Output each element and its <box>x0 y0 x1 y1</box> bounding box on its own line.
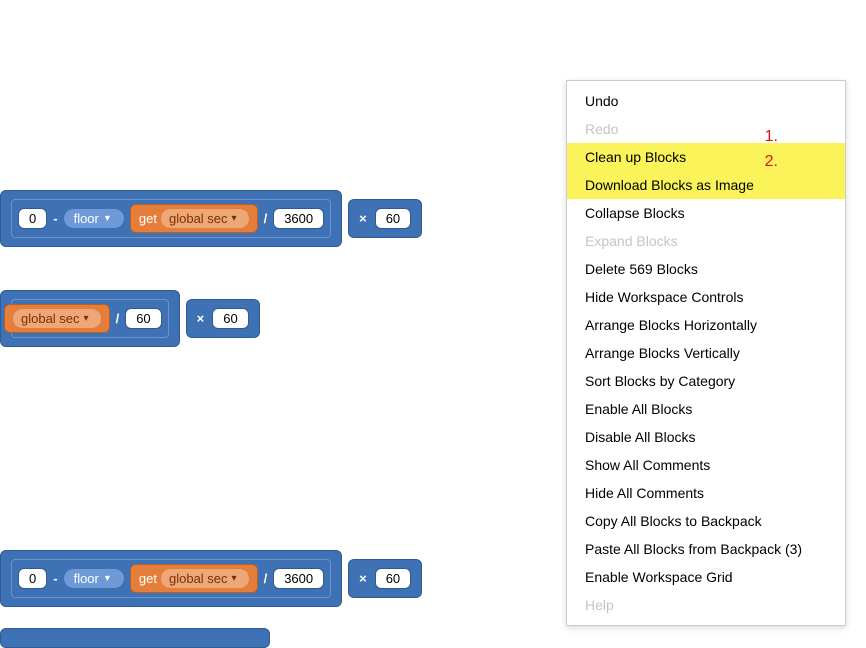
math-block[interactable] <box>0 628 270 648</box>
math-inner: 0 - floor get global sec / 3600 <box>11 559 331 598</box>
times-op: × <box>359 211 367 226</box>
block-group-1: 0 - floor get global sec / 3600 × 60 <box>0 190 422 247</box>
times-op: × <box>197 311 205 326</box>
context-menu-item[interactable]: Undo <box>567 87 845 115</box>
block-group-4-partial <box>0 628 270 648</box>
context-menu-item[interactable]: Enable Workspace Grid <box>567 563 845 591</box>
get-var-block[interactable]: global sec <box>4 304 110 333</box>
minus-op: - <box>53 571 57 586</box>
context-menu-item[interactable]: Collapse Blocks <box>567 199 845 227</box>
divide-op: / <box>116 311 120 326</box>
annotation-2: 2. <box>765 153 778 171</box>
get-label: get <box>139 211 157 226</box>
context-menu-item[interactable]: Clean up Blocks <box>567 143 845 171</box>
number-input[interactable]: 0 <box>18 208 47 229</box>
math-block[interactable]: global sec / 60 <box>0 290 180 347</box>
context-menu-item[interactable]: Hide Workspace Controls <box>567 283 845 311</box>
context-menu-item[interactable]: Hide All Comments <box>567 479 845 507</box>
divisor-input[interactable]: 3600 <box>273 208 324 229</box>
get-var-block[interactable]: get global sec <box>130 204 258 233</box>
times-block[interactable]: × 60 <box>348 199 422 238</box>
context-menu-item[interactable]: Disable All Blocks <box>567 423 845 451</box>
number-input[interactable]: 0 <box>18 568 47 589</box>
get-var-block[interactable]: get global sec <box>130 564 258 593</box>
context-menu-item[interactable]: Download Blocks as Image <box>567 171 845 199</box>
context-menu-item[interactable]: Copy All Blocks to Backpack <box>567 507 845 535</box>
get-label: get <box>139 571 157 586</box>
math-block[interactable]: 0 - floor get global sec / 3600 <box>0 190 342 247</box>
divisor-input[interactable]: 60 <box>125 308 161 329</box>
context-menu-item: Help <box>567 591 845 619</box>
divide-op: / <box>264 211 268 226</box>
floor-dropdown[interactable]: floor <box>64 569 124 588</box>
floor-dropdown[interactable]: floor <box>64 209 124 228</box>
context-menu-item[interactable]: Arrange Blocks Vertically <box>567 339 845 367</box>
times-op: × <box>359 571 367 586</box>
block-group-2: global sec / 60 × 60 <box>0 290 260 347</box>
math-inner: global sec / 60 <box>11 299 169 338</box>
context-menu-item[interactable]: Show All Comments <box>567 451 845 479</box>
block-group-3: 0 - floor get global sec / 3600 × 60 <box>0 550 422 607</box>
var-dropdown[interactable]: global sec <box>161 209 249 228</box>
divide-op: / <box>264 571 268 586</box>
context-menu-item[interactable]: Delete 569 Blocks <box>567 255 845 283</box>
minus-op: - <box>53 211 57 226</box>
context-menu-item[interactable]: Sort Blocks by Category <box>567 367 845 395</box>
mult-input[interactable]: 60 <box>212 308 248 329</box>
var-dropdown[interactable]: global sec <box>161 569 249 588</box>
times-block[interactable]: × 60 <box>186 299 260 338</box>
var-dropdown[interactable]: global sec <box>13 309 101 328</box>
context-menu-item[interactable]: Arrange Blocks Horizontally <box>567 311 845 339</box>
context-menu-item[interactable]: Paste All Blocks from Backpack (3) <box>567 535 845 563</box>
mult-input[interactable]: 60 <box>375 208 411 229</box>
context-menu: UndoRedoClean up BlocksDownload Blocks a… <box>566 80 846 626</box>
math-inner: 0 - floor get global sec / 3600 <box>11 199 331 238</box>
annotation-1: 1. <box>765 128 778 146</box>
context-menu-item: Redo <box>567 115 845 143</box>
math-block[interactable]: 0 - floor get global sec / 3600 <box>0 550 342 607</box>
context-menu-item: Expand Blocks <box>567 227 845 255</box>
times-block[interactable]: × 60 <box>348 559 422 598</box>
context-menu-item[interactable]: Enable All Blocks <box>567 395 845 423</box>
divisor-input[interactable]: 3600 <box>273 568 324 589</box>
mult-input[interactable]: 60 <box>375 568 411 589</box>
